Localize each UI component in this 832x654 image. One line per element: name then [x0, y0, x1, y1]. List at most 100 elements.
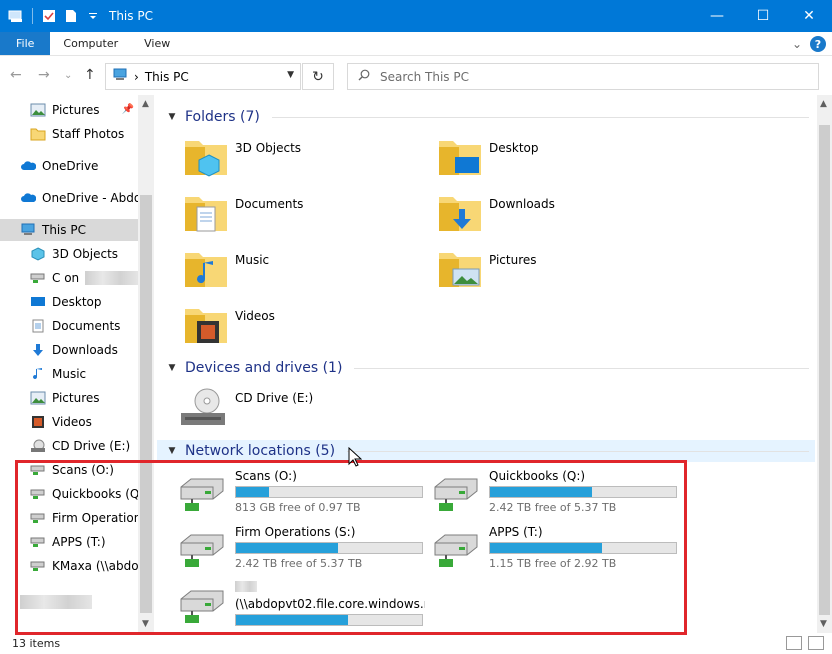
back-arrow-icon[interactable]: ←: [10, 67, 22, 83]
group-header-folders[interactable]: ▼ Folders (7): [157, 106, 815, 128]
sidebar-item-staff-photos[interactable]: Staff Photos: [0, 123, 138, 145]
pictures-icon: [30, 390, 46, 406]
sidebar-item-desktop[interactable]: Desktop: [0, 291, 138, 313]
drive-cd[interactable]: CD Drive (E:): [179, 385, 313, 431]
folder-music[interactable]: Music: [183, 247, 269, 293]
sidebar-item-this-pc[interactable]: This PC: [0, 219, 138, 241]
large-icons-view-icon[interactable]: [808, 636, 824, 650]
group-header-network[interactable]: ▼ Network locations (5): [157, 440, 815, 462]
chevron-down-icon[interactable]: ▼: [165, 446, 179, 456]
up-arrow-icon[interactable]: ↑: [84, 67, 96, 83]
3d-objects-icon: [30, 246, 46, 262]
scroll-up-icon[interactable]: ▲: [142, 99, 149, 109]
scrollbar-thumb[interactable]: [140, 195, 152, 613]
chevron-down-icon[interactable]: ▼: [165, 112, 179, 122]
downloads-icon: [30, 342, 46, 358]
folder-desktop[interactable]: Desktop: [437, 135, 539, 181]
scroll-down-icon[interactable]: ▼: [820, 619, 827, 629]
group-header-devices[interactable]: ▼ Devices and drives (1): [157, 357, 815, 379]
redacted-text: [85, 271, 138, 285]
network-drive-icon: [180, 534, 224, 567]
desktop-icon: [30, 294, 46, 310]
sidebar-item-quickbooks[interactable]: Quickbooks (Q:): [0, 483, 138, 505]
toolbar-separator: [32, 8, 33, 24]
sidebar-item-firm-operations[interactable]: Firm Operations: [0, 507, 138, 529]
network-drive-icon: [434, 534, 478, 567]
item-count: 13 items: [12, 637, 61, 650]
search-icon: [358, 69, 370, 84]
network-drive-icon: [30, 270, 46, 286]
minimize-button[interactable]: —: [694, 0, 740, 32]
address-row: ← → ⌄ ↑ › This PC ▼ ↻ Search This PC: [0, 57, 832, 95]
network-location-firm-operations[interactable]: Firm Operations (S:) 2.42 TB free of 5.3…: [177, 525, 425, 573]
navigation-scrollbar[interactable]: ▲ ▼: [138, 95, 154, 633]
pin-icon[interactable]: 📌: [122, 104, 134, 115]
ribbon-tabs: File Computer View ⌄ ?: [0, 32, 832, 56]
content-scrollbar[interactable]: ▲ ▼: [817, 95, 832, 633]
divider: [354, 367, 809, 369]
search-input[interactable]: Search This PC: [347, 63, 819, 90]
forward-arrow-icon[interactable]: →: [38, 67, 50, 83]
onedrive-icon: [20, 158, 36, 174]
scrollbar-thumb[interactable]: [819, 125, 830, 615]
properties-icon[interactable]: [41, 8, 57, 24]
address-dropdown-icon[interactable]: ▼: [287, 70, 294, 80]
sidebar-item-videos[interactable]: Videos: [0, 411, 138, 433]
desktop-folder-icon: [439, 141, 481, 175]
network-location-azure-share[interactable]: (\\abdopvt02.file.core.windows.n...: [177, 581, 425, 629]
tab-view[interactable]: View: [131, 32, 183, 55]
sidebar-item-c-drive[interactable]: C on: [0, 267, 138, 289]
sidebar-item-music[interactable]: Music: [0, 363, 138, 385]
address-bar[interactable]: › This PC ▼: [105, 63, 301, 90]
sidebar-item-pictures-quick[interactable]: Pictures 📌: [0, 99, 138, 121]
network-location-apps[interactable]: APPS (T:) 1.15 TB free of 2.92 TB: [431, 525, 679, 573]
status-bar: 13 items: [0, 633, 832, 654]
scroll-down-icon[interactable]: ▼: [142, 619, 149, 629]
help-icon[interactable]: ?: [810, 36, 826, 52]
sidebar-item-documents[interactable]: Documents: [0, 315, 138, 337]
sidebar-item-redacted[interactable]: [0, 591, 138, 613]
this-pc-icon: [20, 222, 36, 238]
drive-usage-bar: [235, 486, 423, 498]
pictures-folder-icon: [439, 253, 481, 287]
network-drive-icon: [180, 478, 224, 511]
tab-computer[interactable]: Computer: [50, 32, 131, 55]
sidebar-item-apps[interactable]: APPS (T:): [0, 531, 138, 553]
cd-drive-icon: [181, 388, 225, 425]
refresh-button[interactable]: ↻: [302, 63, 334, 90]
folder-videos[interactable]: Videos: [183, 303, 275, 349]
sidebar-item-pictures[interactable]: Pictures: [0, 387, 138, 409]
sidebar-item-onedrive[interactable]: OneDrive: [0, 155, 138, 177]
customize-toolbar-icon[interactable]: [85, 8, 101, 24]
new-folder-icon[interactable]: [63, 8, 79, 24]
this-pc-icon: [112, 68, 128, 85]
downloads-folder-icon: [439, 197, 481, 231]
folder-documents[interactable]: Documents: [183, 191, 303, 237]
3d-objects-folder-icon: [185, 141, 227, 177]
sidebar-item-kmaxa[interactable]: KMaxa (\\abdop: [0, 555, 138, 577]
sidebar-item-scans[interactable]: Scans (O:): [0, 459, 138, 481]
network-drive-icon: [30, 534, 46, 550]
chevron-down-icon[interactable]: ▼: [165, 363, 179, 373]
ribbon-expand-icon[interactable]: ⌄: [792, 37, 802, 51]
folder-downloads[interactable]: Downloads: [437, 191, 555, 237]
music-folder-icon: [185, 253, 227, 287]
drive-usage-bar: [489, 542, 677, 554]
network-location-scans[interactable]: Scans (O:) 813 GB free of 0.97 TB: [177, 469, 425, 517]
folder-3d-objects[interactable]: 3D Objects: [183, 135, 301, 181]
network-drive-icon: [180, 590, 224, 623]
title-bar: This PC — ☐ ✕: [0, 0, 832, 32]
recent-locations-icon[interactable]: ⌄: [64, 70, 72, 81]
close-button[interactable]: ✕: [786, 0, 832, 32]
network-drive-icon: [30, 462, 46, 478]
network-location-quickbooks[interactable]: Quickbooks (Q:) 2.42 TB free of 5.37 TB: [431, 469, 679, 517]
details-view-icon[interactable]: [786, 636, 802, 650]
sidebar-item-cd-drive[interactable]: CD Drive (E:): [0, 435, 138, 457]
sidebar-item-onedrive-abdo[interactable]: OneDrive - Abdo: [0, 187, 138, 209]
tab-file[interactable]: File: [0, 32, 51, 55]
scroll-up-icon[interactable]: ▲: [820, 99, 827, 109]
maximize-button[interactable]: ☐: [740, 0, 786, 32]
sidebar-item-downloads[interactable]: Downloads: [0, 339, 138, 361]
sidebar-item-3d-objects[interactable]: 3D Objects: [0, 243, 138, 265]
folder-pictures[interactable]: Pictures: [437, 247, 537, 293]
